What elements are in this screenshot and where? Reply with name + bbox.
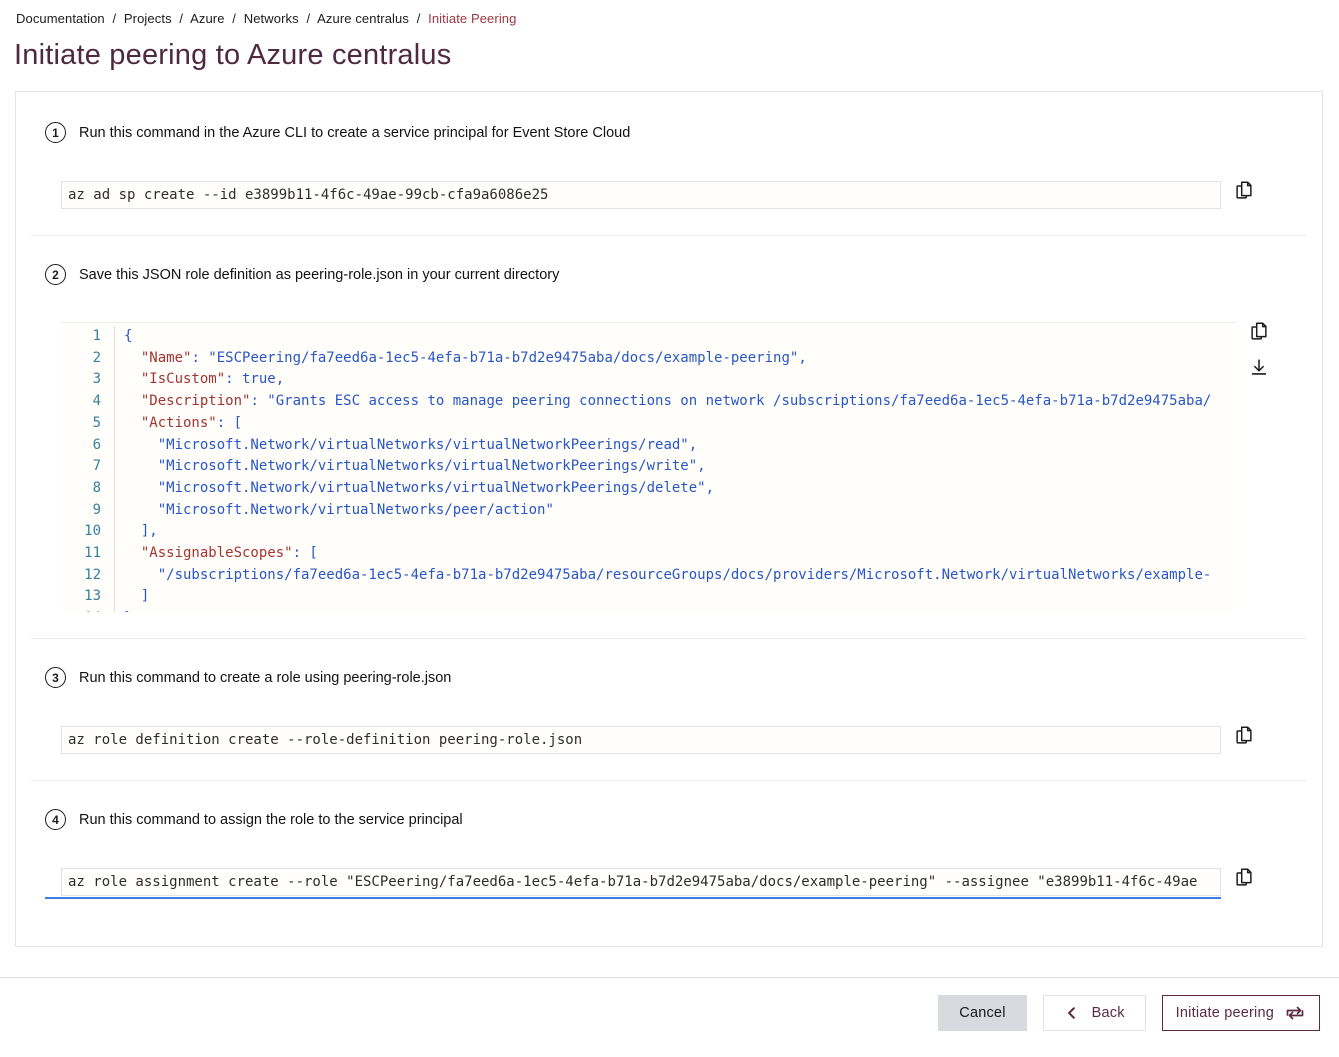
code-content: "/subscriptions/fa7eed6a-1ec5-4efa-b71a-… [115, 565, 1211, 587]
json-code-line: 1{ [61, 326, 1236, 348]
code-content: } [115, 608, 132, 612]
step-4-header: 4 Run this command to assign the role to… [45, 809, 1293, 830]
step-3-header: 3 Run this command to create a role usin… [45, 667, 1293, 688]
step-3-command-row [61, 726, 1293, 754]
line-number: 11 [61, 543, 115, 565]
line-number: 9 [61, 500, 115, 522]
step-3-command-input[interactable] [61, 726, 1221, 754]
page-title: Initiate peering to Azure centralus [14, 39, 1339, 72]
line-number: 12 [61, 565, 115, 587]
line-number: 8 [61, 478, 115, 500]
code-content: "Microsoft.Network/virtualNetworks/virtu… [115, 456, 706, 478]
line-number: 13 [61, 586, 115, 608]
code-content: "Description": "Grants ESC access to man… [115, 391, 1211, 413]
line-number: 1 [61, 326, 115, 348]
line-number: 3 [61, 369, 115, 391]
json-code-line: 13 ] [61, 586, 1236, 608]
json-code-line: 5 "Actions": [ [61, 413, 1236, 435]
initiate-peering-button[interactable]: Initiate peering [1162, 995, 1320, 1031]
json-code-line: 9 "Microsoft.Network/virtualNetworks/pee… [61, 500, 1236, 522]
step-1-command-input[interactable] [61, 181, 1221, 209]
json-copy-button[interactable] [1247, 322, 1270, 345]
code-content: "IsCustom": true, [115, 369, 284, 391]
json-download-button[interactable] [1247, 358, 1270, 381]
json-code-line: 12 "/subscriptions/fa7eed6a-1ec5-4efa-b7… [61, 565, 1236, 587]
code-content: "Microsoft.Network/virtualNetworks/peer/… [115, 500, 554, 522]
breadcrumb: Documentation / Projects / Azure / Netwo… [0, 0, 1339, 26]
code-content: ], [115, 521, 158, 543]
breadcrumb-separator: / [417, 11, 421, 26]
copy-icon [1233, 867, 1255, 892]
step-1-command-row [61, 181, 1293, 209]
step-divider [31, 235, 1307, 236]
step-4-copy-button[interactable] [1232, 868, 1255, 891]
step-3-number-badge: 3 [45, 667, 66, 688]
line-number: 14 [61, 608, 115, 612]
step-3-instruction: Run this command to create a role using … [79, 670, 451, 686]
copy-icon [1233, 180, 1255, 205]
line-number: 5 [61, 413, 115, 435]
json-code-line: 4 "Description": "Grants ESC access to m… [61, 391, 1236, 413]
step-1-number-badge: 1 [45, 122, 66, 143]
step-4-number-badge: 4 [45, 809, 66, 830]
step-4-instruction: Run this command to assign the role to t… [79, 812, 463, 828]
breadcrumb-item-projects[interactable]: Projects [124, 11, 172, 26]
back-button-label: Back [1092, 1005, 1125, 1021]
json-code-line: 11 "AssignableScopes": [ [61, 543, 1236, 565]
peering-steps-card: 1 Run this command in the Azure CLI to c… [15, 91, 1323, 947]
step-1-header: 1 Run this command in the Azure CLI to c… [45, 122, 1293, 143]
code-content: "Actions": [ [115, 413, 242, 435]
breadcrumb-separator: / [306, 11, 310, 26]
step-2-json-row: 1{2 "Name": "ESCPeering/fa7eed6a-1ec5-4e… [61, 322, 1293, 612]
json-code-block[interactable]: 1{2 "Name": "ESCPeering/fa7eed6a-1ec5-4e… [61, 322, 1236, 612]
line-number: 6 [61, 435, 115, 457]
chevron-left-icon [1064, 1005, 1080, 1021]
json-code-line: 2 "Name": "ESCPeering/fa7eed6a-1ec5-4efa… [61, 348, 1236, 370]
code-content: "Name": "ESCPeering/fa7eed6a-1ec5-4efa-b… [115, 348, 807, 370]
horizontal-scrollbar[interactable] [45, 897, 1221, 900]
download-icon [1248, 357, 1270, 382]
breadcrumb-item-azure[interactable]: Azure [190, 11, 224, 26]
breadcrumb-separator: / [179, 11, 183, 26]
step-3-copy-button[interactable] [1232, 726, 1255, 749]
json-code-line: 10 ], [61, 521, 1236, 543]
line-number: 7 [61, 456, 115, 478]
breadcrumb-separator: / [112, 11, 116, 26]
step-divider [31, 638, 1307, 639]
json-code-line: 14} [61, 608, 1236, 612]
json-code-line: 8 "Microsoft.Network/virtualNetworks/vir… [61, 478, 1236, 500]
step-divider [31, 780, 1307, 781]
step-2-header: 2 Save this JSON role definition as peer… [45, 264, 1293, 285]
code-content: "AssignableScopes": [ [115, 543, 318, 565]
step-2-number-badge: 2 [45, 264, 66, 285]
line-number: 10 [61, 521, 115, 543]
json-code-line: 3 "IsCustom": true, [61, 369, 1236, 391]
step-4-command-input[interactable] [61, 868, 1221, 896]
breadcrumb-item-azure-centralus[interactable]: Azure centralus [317, 11, 409, 26]
breadcrumb-current-initiate-peering: Initiate Peering [428, 11, 516, 26]
footer-actions: Cancel Back Initiate peering [0, 978, 1339, 1031]
copy-icon [1248, 321, 1270, 346]
line-number: 2 [61, 348, 115, 370]
code-content: ] [115, 586, 149, 608]
step-1-instruction: Run this command in the Azure CLI to cre… [79, 125, 630, 141]
step-4-command-row [61, 868, 1293, 896]
copy-icon [1233, 725, 1255, 750]
breadcrumb-item-networks[interactable]: Networks [244, 11, 299, 26]
step-2-instruction: Save this JSON role definition as peerin… [79, 267, 559, 283]
back-button[interactable]: Back [1043, 995, 1146, 1031]
breadcrumb-item-documentation[interactable]: Documentation [16, 11, 105, 26]
code-content: { [115, 326, 132, 348]
code-content: "Microsoft.Network/virtualNetworks/virtu… [115, 435, 697, 457]
step-1-copy-button[interactable] [1232, 181, 1255, 204]
initiate-peering-label: Initiate peering [1176, 1005, 1274, 1021]
line-number: 4 [61, 391, 115, 413]
json-code-line: 6 "Microsoft.Network/virtualNetworks/vir… [61, 435, 1236, 457]
breadcrumb-separator: / [232, 11, 236, 26]
json-code-line: 7 "Microsoft.Network/virtualNetworks/vir… [61, 456, 1236, 478]
code-content: "Microsoft.Network/virtualNetworks/virtu… [115, 478, 714, 500]
swap-arrows-icon [1284, 1003, 1306, 1023]
cancel-button[interactable]: Cancel [938, 995, 1026, 1031]
